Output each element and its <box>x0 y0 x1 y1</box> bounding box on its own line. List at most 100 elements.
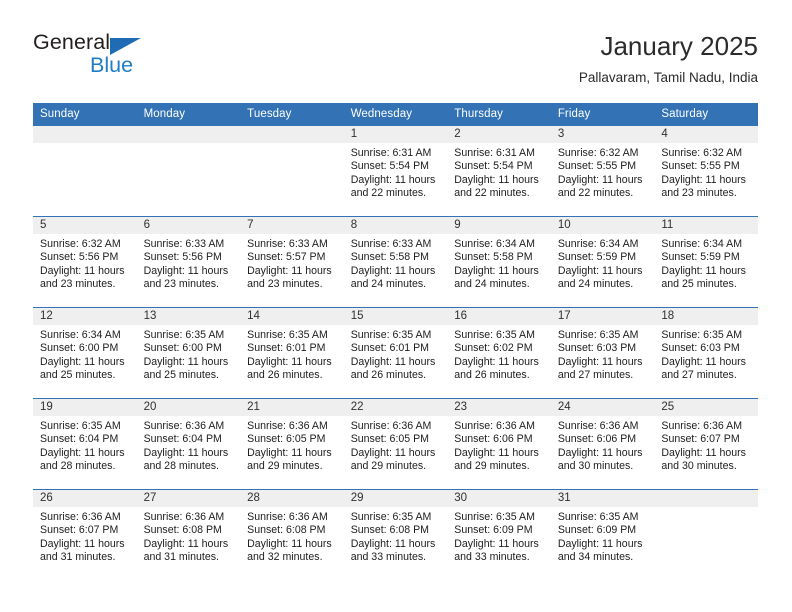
daylight-text-line1: Daylight: 11 hours <box>143 446 229 459</box>
day-cell-inner: 2 Sunrise: 6:31 AM Sunset: 5:54 PM Daylight… <box>447 126 551 216</box>
daylight-text-line2: and 22 minutes. <box>557 187 634 200</box>
day-details: Sunrise: 6:31 AM Sunset: 5:54 PM Daylight:… <box>447 143 551 201</box>
day-cell-inner: 22 Sunrise: 6:36 AM Sunset: 6:05 PM Dayligh… <box>343 399 448 489</box>
calendar-day-cell[interactable]: 2 Sunrise: 6:31 AM Sunset: 5:54 PM Daylight… <box>447 126 551 217</box>
calendar-day-cell[interactable]: 12 Sunrise: 6:34 AM Sunset: 6:00 PM Dayligh… <box>33 307 137 399</box>
calendar-day-cell[interactable]: 18 Sunrise: 6:35 AM Sunset: 6:03 PM Dayligh… <box>654 307 758 399</box>
page-subtitle: Pallavaram, Tamil Nadu, India <box>578 70 758 85</box>
calendar-day-cell[interactable]: 27 Sunrise: 6:36 AM Sunset: 6:08 PM Dayligh… <box>136 490 241 581</box>
calendar-day-cell[interactable]: 20 Sunrise: 6:36 AM Sunset: 6:04 PM Dayligh… <box>136 398 241 490</box>
day-cell-inner: 28 Sunrise: 6:36 AM Sunset: 6:08 PM Dayligh… <box>240 490 344 580</box>
sunset-text: Sunset: 5:59 PM <box>661 251 740 264</box>
calendar-day-cell[interactable]: 17 Sunrise: 6:35 AM Sunset: 6:03 PM Dayligh… <box>550 307 655 399</box>
day-cell-inner: 9 Sunrise: 6:34 AM Sunset: 5:58 PM Daylight… <box>447 217 551 307</box>
calendar-day-cell[interactable]: 10 Sunrise: 6:34 AM Sunset: 5:59 PM Dayligh… <box>550 216 655 308</box>
calendar-day-cell[interactable]: 8 Sunrise: 6:33 AM Sunset: 5:58 PM Daylight… <box>343 216 448 308</box>
sunrise-text: Sunrise: 6:35 AM <box>454 511 535 523</box>
day-number: 11 <box>654 217 758 234</box>
day-cell-inner: 16 Sunrise: 6:35 AM Sunset: 6:02 PM Dayligh… <box>447 308 551 398</box>
sunset-text: Sunset: 5:58 PM <box>350 251 430 264</box>
day-number: 24 <box>550 399 655 416</box>
calendar-day-cell <box>654 490 758 581</box>
calendar-day-cell[interactable]: 9 Sunrise: 6:34 AM Sunset: 5:58 PM Daylight… <box>447 216 551 308</box>
day-number: 5 <box>33 217 137 234</box>
sunrise-text: Sunrise: 6:35 AM <box>350 511 432 523</box>
day-details: Sunrise: 6:34 AM Sunset: 5:59 PM Daylight:… <box>551 234 655 292</box>
day-details: Sunrise: 6:33 AM Sunset: 5:58 PM Daylight:… <box>344 234 448 292</box>
calendar-day-cell[interactable]: 4 Sunrise: 6:32 AM Sunset: 5:55 PM Daylight… <box>654 126 758 217</box>
day-number: 21 <box>240 399 344 416</box>
sunrise-text: Sunrise: 6:35 AM <box>350 329 432 341</box>
calendar-day-cell[interactable]: 29 Sunrise: 6:35 AM Sunset: 6:08 PM Dayligh… <box>343 490 448 581</box>
calendar-day-cell[interactable]: 5 Sunrise: 6:32 AM Sunset: 5:56 PM Daylight… <box>33 216 137 308</box>
day-cell-inner <box>240 126 344 216</box>
day-details: Sunrise: 6:34 AM Sunset: 5:58 PM Daylight:… <box>447 234 551 292</box>
sunrise-text: Sunrise: 6:35 AM <box>143 329 225 341</box>
calendar-day-cell[interactable]: 14 Sunrise: 6:35 AM Sunset: 6:01 PM Dayligh… <box>240 307 344 399</box>
daylight-text-line1: Daylight: 11 hours <box>454 355 539 368</box>
day-number: 31 <box>550 490 655 507</box>
daylight-text-line1: Daylight: 11 hours <box>661 355 746 368</box>
daylight-text-line1: Daylight: 11 hours <box>143 355 229 368</box>
day-details: Sunrise: 6:36 AM Sunset: 6:08 PM Daylight:… <box>240 507 344 565</box>
daylight-text-line1: Daylight: 11 hours <box>40 446 125 459</box>
day-number: 4 <box>654 126 758 143</box>
day-number: 3 <box>550 126 655 143</box>
day-number: 15 <box>343 308 448 325</box>
daylight-text-line2: and 24 minutes. <box>350 278 427 291</box>
day-cell-inner <box>33 126 137 216</box>
day-details: Sunrise: 6:35 AM Sunset: 6:09 PM Daylight:… <box>447 507 551 565</box>
sunrise-text: Sunrise: 6:35 AM <box>40 420 121 432</box>
day-cell-inner: 20 Sunrise: 6:36 AM Sunset: 6:04 PM Dayligh… <box>136 399 241 489</box>
day-cell-inner: 29 Sunrise: 6:35 AM Sunset: 6:08 PM Dayligh… <box>343 490 448 580</box>
sunset-text: Sunset: 6:08 PM <box>143 524 222 537</box>
calendar-day-cell[interactable]: 23 Sunrise: 6:36 AM Sunset: 6:06 PM Dayligh… <box>447 398 551 490</box>
daylight-text-line1: Daylight: 11 hours <box>557 446 643 459</box>
calendar-day-cell[interactable]: 16 Sunrise: 6:35 AM Sunset: 6:02 PM Dayligh… <box>447 307 551 399</box>
calendar-day-cell[interactable]: 11 Sunrise: 6:34 AM Sunset: 5:59 PM Dayligh… <box>654 216 758 308</box>
daylight-text-line2: and 26 minutes. <box>454 369 530 382</box>
sunset-text: Sunset: 6:07 PM <box>661 433 740 446</box>
day-cell-inner: 11 Sunrise: 6:34 AM Sunset: 5:59 PM Dayligh… <box>654 217 758 307</box>
calendar-day-cell[interactable]: 30 Sunrise: 6:35 AM Sunset: 6:09 PM Dayligh… <box>447 490 551 581</box>
sunrise-text: Sunrise: 6:32 AM <box>661 147 743 159</box>
day-number: 10 <box>550 217 655 234</box>
calendar-day-cell[interactable]: 3 Sunrise: 6:32 AM Sunset: 5:55 PM Daylight… <box>550 126 655 217</box>
sunset-text: Sunset: 6:09 PM <box>557 524 637 537</box>
calendar-day-cell[interactable]: 13 Sunrise: 6:35 AM Sunset: 6:00 PM Dayligh… <box>136 307 241 399</box>
calendar-day-cell[interactable]: 1 Sunrise: 6:31 AM Sunset: 5:54 PM Daylight… <box>343 126 448 217</box>
day-number <box>136 126 241 143</box>
daylight-text-line1: Daylight: 11 hours <box>661 264 746 277</box>
day-details: Sunrise: 6:33 AM Sunset: 5:56 PM Daylight:… <box>137 234 241 292</box>
calendar-day-cell[interactable]: 25 Sunrise: 6:36 AM Sunset: 6:07 PM Dayligh… <box>654 398 758 490</box>
calendar-day-cell[interactable]: 6 Sunrise: 6:33 AM Sunset: 5:56 PM Daylight… <box>136 216 241 308</box>
day-cell-inner: 13 Sunrise: 6:35 AM Sunset: 6:00 PM Dayligh… <box>136 308 241 398</box>
day-cell-inner: 10 Sunrise: 6:34 AM Sunset: 5:59 PM Dayligh… <box>550 217 655 307</box>
day-details: Sunrise: 6:35 AM Sunset: 6:03 PM Daylight:… <box>551 325 655 383</box>
sunset-text: Sunset: 6:03 PM <box>557 342 637 355</box>
daylight-text-line2: and 27 minutes. <box>557 369 634 382</box>
daylight-text-line2: and 28 minutes. <box>40 460 116 473</box>
sunset-text: Sunset: 6:02 PM <box>454 342 533 355</box>
day-number: 29 <box>343 490 448 507</box>
day-cell-inner: 19 Sunrise: 6:35 AM Sunset: 6:04 PM Dayligh… <box>33 399 137 489</box>
calendar-day-cell[interactable]: 24 Sunrise: 6:36 AM Sunset: 6:06 PM Dayligh… <box>550 398 655 490</box>
sunrise-text: Sunrise: 6:36 AM <box>143 420 225 432</box>
calendar-day-cell[interactable]: 19 Sunrise: 6:35 AM Sunset: 6:04 PM Dayligh… <box>33 398 137 490</box>
day-number: 14 <box>240 308 344 325</box>
sunrise-text: Sunrise: 6:33 AM <box>350 238 432 250</box>
calendar-day-cell[interactable]: 26 Sunrise: 6:36 AM Sunset: 6:07 PM Dayligh… <box>33 490 137 581</box>
calendar-day-cell[interactable]: 21 Sunrise: 6:36 AM Sunset: 6:05 PM Dayligh… <box>240 398 344 490</box>
calendar-day-cell[interactable]: 28 Sunrise: 6:36 AM Sunset: 6:08 PM Dayligh… <box>240 490 344 581</box>
day-cell-inner <box>136 126 241 216</box>
calendar-day-cell[interactable]: 31 Sunrise: 6:35 AM Sunset: 6:09 PM Dayligh… <box>550 490 655 581</box>
day-details: Sunrise: 6:35 AM Sunset: 6:04 PM Daylight:… <box>33 416 137 474</box>
daylight-text-line2: and 30 minutes. <box>661 460 737 473</box>
calendar-day-cell[interactable]: 7 Sunrise: 6:33 AM Sunset: 5:57 PM Daylight… <box>240 216 344 308</box>
calendar-day-cell <box>136 126 241 217</box>
daylight-text-line2: and 27 minutes. <box>661 369 737 382</box>
calendar-day-cell[interactable]: 15 Sunrise: 6:35 AM Sunset: 6:01 PM Dayligh… <box>343 307 448 399</box>
calendar-week-row: 5 Sunrise: 6:32 AM Sunset: 5:56 PM Daylight… <box>33 216 758 308</box>
calendar-day-cell[interactable]: 22 Sunrise: 6:36 AM Sunset: 6:05 PM Dayligh… <box>343 398 448 490</box>
day-number <box>240 126 344 143</box>
